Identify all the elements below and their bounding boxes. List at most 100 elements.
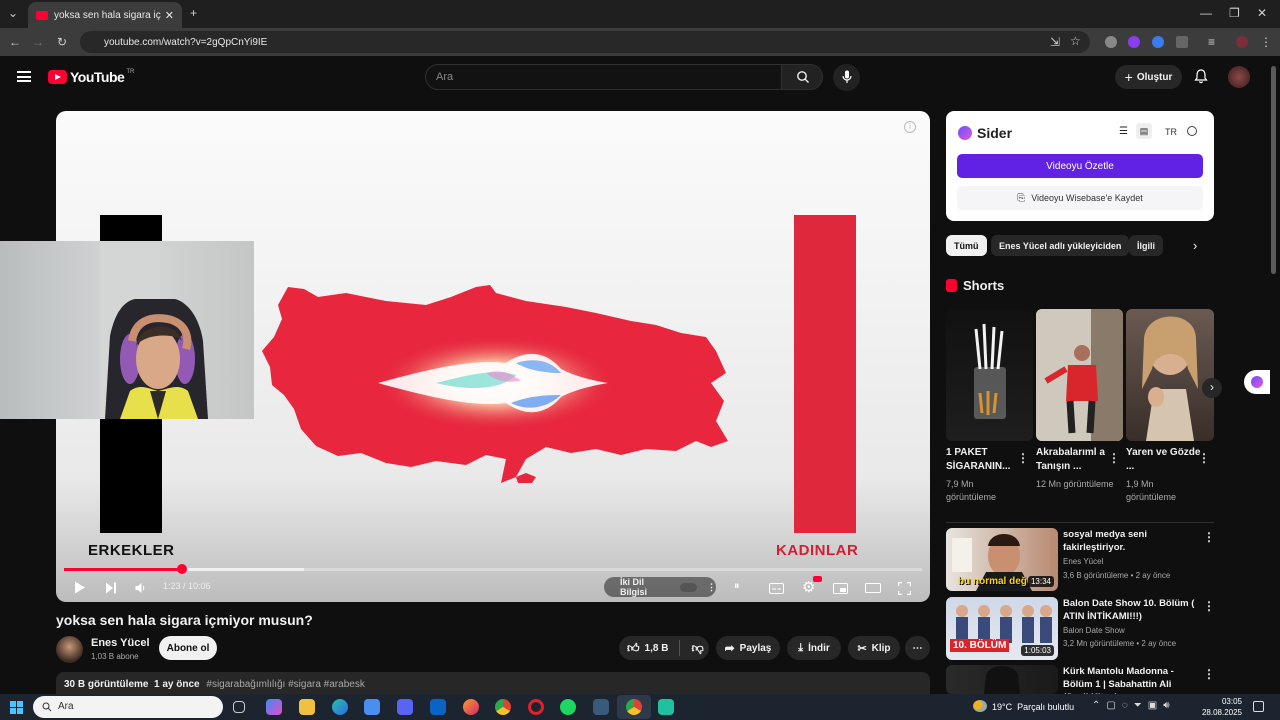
voice-search-button[interactable]	[833, 64, 860, 91]
taskbar-search-input[interactable]: Ara	[33, 696, 223, 718]
chips-next-chevron-icon[interactable]: ›	[1193, 238, 1197, 253]
info-icon[interactable]: i	[904, 121, 916, 133]
clip-button[interactable]: ✂ Klip	[848, 636, 900, 660]
short-thumbnail[interactable]	[1126, 309, 1214, 441]
tab-list-icon[interactable]: ⌄	[8, 6, 18, 20]
store-icon[interactable]	[364, 699, 380, 715]
channel-name[interactable]: Enes Yücel	[91, 637, 150, 649]
account-avatar[interactable]	[1228, 66, 1250, 88]
thumbs-down-icon[interactable]: 👎︎	[691, 641, 703, 656]
more-vertical-icon[interactable]: ⋮	[1017, 451, 1029, 465]
sider-floating-button[interactable]	[1244, 370, 1270, 394]
opera-icon[interactable]	[528, 699, 544, 715]
next-icon[interactable]	[105, 582, 117, 594]
more-vertical-icon[interactable]: ⋮	[1203, 667, 1215, 681]
profile-icon[interactable]	[1236, 36, 1248, 48]
video-thumbnail[interactable]: bu normal değ 13:34	[946, 528, 1058, 591]
play-icon[interactable]	[74, 581, 86, 594]
download-button[interactable]: ⤓ İndir	[787, 636, 841, 660]
discord-icon[interactable]	[397, 699, 413, 715]
app-green-icon[interactable]	[658, 699, 674, 715]
chip-all[interactable]: Tümü	[946, 235, 987, 256]
bookmark-star-icon[interactable]: ☆	[1070, 34, 1081, 48]
volume-icon[interactable]	[135, 582, 147, 594]
browser-tab[interactable]: yoksa sen hala sigara içmiyor m ✕	[28, 2, 182, 28]
chrome-active-icon[interactable]	[626, 699, 642, 715]
tray-icons[interactable]: ⌃▢◌⏷▣🔊︎	[1092, 700, 1176, 711]
video-title[interactable]: Kürk Mantolu Madonna - Bölüm 1 | Sabahat…	[1063, 665, 1197, 694]
short-title[interactable]: Akrabalarıml a Tanışın ...	[1036, 446, 1112, 474]
like-button[interactable]: 👍︎ 1,8 B	[627, 641, 668, 656]
extension-icon[interactable]	[1105, 36, 1117, 48]
forward-icon[interactable]: →	[32, 35, 44, 49]
fullscreen-icon[interactable]	[898, 582, 911, 595]
page-scrollbar[interactable]	[1271, 66, 1276, 274]
weather-text[interactable]: 19°C Parçalı bulutlu	[992, 702, 1074, 712]
dub-switch[interactable]	[679, 582, 697, 592]
description-box[interactable]: 30 B görüntüleme 1 ay önce #sigarabağıml…	[56, 672, 930, 694]
search-button[interactable]	[781, 64, 823, 90]
list-view-icon[interactable]: ☰	[1119, 126, 1128, 137]
firefox-icon[interactable]	[463, 699, 479, 715]
grid-view-icon[interactable]: ▤	[1136, 123, 1152, 139]
subtitles-icon[interactable]	[769, 583, 784, 594]
channel-name[interactable]: Enes Yücel	[1063, 557, 1103, 566]
spotify-icon[interactable]	[560, 699, 576, 715]
video-title[interactable]: Balon Date Show 10. Bölüm ( ATIN İNTİKAM…	[1063, 597, 1197, 623]
system-clock[interactable]: 03:05 28.08.2025	[1198, 696, 1242, 718]
chip-related[interactable]: İlgili	[1129, 235, 1163, 256]
subscribe-button[interactable]: Abone ol	[159, 636, 217, 660]
outlook-icon[interactable]	[430, 699, 446, 715]
shorts-next-chevron-icon[interactable]: ›	[1202, 378, 1222, 398]
seek-bar[interactable]	[64, 564, 922, 574]
close-tab-icon[interactable]: ✕	[165, 9, 174, 22]
browser-menu-icon[interactable]: ⋮	[1260, 35, 1272, 49]
autoplay-toggle-icon[interactable]: ⏸︎	[734, 580, 740, 593]
sider-settings-icon[interactable]	[1187, 126, 1197, 136]
channel-avatar[interactable]	[56, 636, 83, 663]
notifications-bell-icon[interactable]	[1194, 69, 1208, 84]
extensions-puzzle-icon[interactable]	[1176, 36, 1188, 48]
minimize-icon[interactable]: —	[1200, 6, 1212, 20]
windows-start-icon[interactable]	[10, 701, 23, 714]
save-to-wisebase-button[interactable]: ⎘ Videoyu Wisebase'e Kaydet	[957, 186, 1203, 210]
install-app-icon[interactable]: ⇲	[1050, 35, 1060, 49]
more-vertical-icon[interactable]: ⋮	[1108, 451, 1120, 465]
more-vertical-icon[interactable]: ⋮	[1198, 451, 1210, 465]
short-title[interactable]: Yaren ve Gözde ...	[1126, 446, 1202, 474]
back-icon[interactable]: ←	[9, 35, 21, 49]
hashtags[interactable]: #sigarabağımlılığı #sigara #arabesk	[206, 679, 364, 690]
restore-icon[interactable]: ❐	[1229, 6, 1240, 20]
video-title[interactable]: sosyal medya seni fakirleştiriyor.	[1063, 528, 1197, 554]
chip-from-uploader[interactable]: Enes Yücel adlı yükleyiciden	[991, 235, 1130, 256]
short-title[interactable]: 1 PAKET SİGARANIN...	[946, 446, 1022, 474]
reload-icon[interactable]: ↻	[57, 35, 67, 49]
url-field[interactable]: youtube.com/watch?v=2gQpCnYi9IE	[80, 31, 1090, 53]
sider-extension-icon[interactable]	[1128, 36, 1140, 48]
copilot-icon[interactable]	[266, 699, 282, 715]
more-vertical-icon[interactable]: ⋮	[1203, 599, 1215, 613]
edge-icon[interactable]	[332, 699, 348, 715]
short-thumbnail[interactable]	[946, 309, 1033, 441]
more-options-icon[interactable]: ⋮	[707, 582, 716, 593]
short-thumbnail[interactable]	[1036, 309, 1123, 441]
more-actions-button[interactable]: ⋯	[905, 636, 930, 660]
channel-name[interactable]: Balon Date Show	[1063, 626, 1125, 635]
new-tab-icon[interactable]: +	[190, 6, 197, 20]
theater-mode-icon[interactable]	[865, 583, 881, 593]
youtube-logo[interactable]: YouTube TR	[48, 69, 134, 85]
share-button[interactable]: ➦ Paylaş	[716, 636, 780, 660]
notification-center-icon[interactable]	[1253, 701, 1264, 712]
reading-list-icon[interactable]: ≡	[1208, 35, 1215, 49]
search-input[interactable]: Ara	[425, 64, 782, 90]
video-thumbnail[interactable]: 10. BÖLÜM 1:05:03	[946, 597, 1058, 660]
extension-blue-icon[interactable]	[1152, 36, 1164, 48]
create-button[interactable]: + Oluştur	[1115, 65, 1182, 89]
app-icon[interactable]	[593, 699, 609, 715]
chrome-icon[interactable]	[495, 699, 511, 715]
audio-track-toggle[interactable]: İki Dil Bilgisi ⋮	[604, 577, 716, 597]
close-window-icon[interactable]: ✕	[1257, 6, 1267, 20]
miniplayer-icon[interactable]	[833, 583, 848, 594]
more-vertical-icon[interactable]: ⋮	[1203, 530, 1215, 544]
summarize-video-button[interactable]: Videoyu Özetle	[957, 154, 1203, 178]
